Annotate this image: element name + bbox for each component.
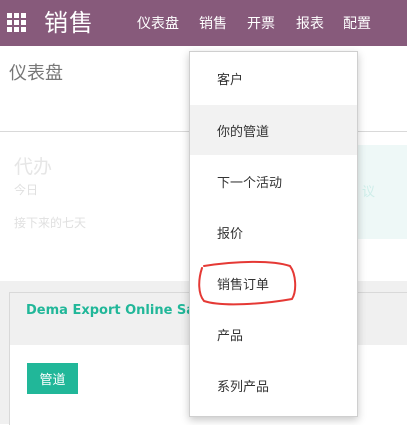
menu-dashboard-label: 仪表盘 <box>137 16 179 32</box>
menu-invoicing[interactable]: 开票 <box>247 0 275 46</box>
menu-configuration[interactable]: 配置 <box>343 0 371 46</box>
dropdown-item-quotations[interactable]: 报价 <box>190 207 357 257</box>
menu-configuration-label: 配置 <box>343 16 371 32</box>
dropdown-item-my-pipeline[interactable]: 你的管道 <box>190 105 357 155</box>
dropdown-item-customers[interactable]: 客户 <box>190 53 357 103</box>
apps-grid-icon[interactable] <box>7 13 26 32</box>
app-title: 销售 <box>44 9 94 37</box>
top-navbar: 销售 仪表盘 销售 开票 报表 配置 <box>0 0 407 46</box>
todo-today-label[interactable]: 今日 <box>14 181 38 198</box>
dropdown-item-next-activities[interactable]: 下一个活动 <box>190 156 357 206</box>
menu-invoicing-label: 开票 <box>247 16 275 32</box>
sales-dropdown-menu: 客户 你的管道 下一个活动 报价 销售订单 产品 系列产品 <box>189 51 358 417</box>
dropdown-item-product-variants[interactable]: 系列产品 <box>190 360 357 410</box>
red-annotation-circle <box>194 258 300 308</box>
page-title: 仪表盘 <box>9 63 63 84</box>
sales-team-name[interactable]: Dema Export Online Sales <box>26 303 216 318</box>
pipeline-button[interactable]: 管道 <box>27 363 78 394</box>
dropdown-item-products[interactable]: 产品 <box>190 309 357 359</box>
menu-sales-label: 销售 <box>199 16 227 32</box>
todo-next-days-label[interactable]: 接下来的七天 <box>14 214 86 231</box>
menu-dashboard[interactable]: 仪表盘 <box>137 0 179 46</box>
menu-reporting-label: 报表 <box>296 16 324 32</box>
summary-box-label: 议 <box>362 185 376 200</box>
menu-reporting[interactable]: 报表 <box>296 0 324 46</box>
todo-title: 代办 <box>14 156 53 178</box>
menu-sales[interactable]: 销售 <box>199 0 227 46</box>
